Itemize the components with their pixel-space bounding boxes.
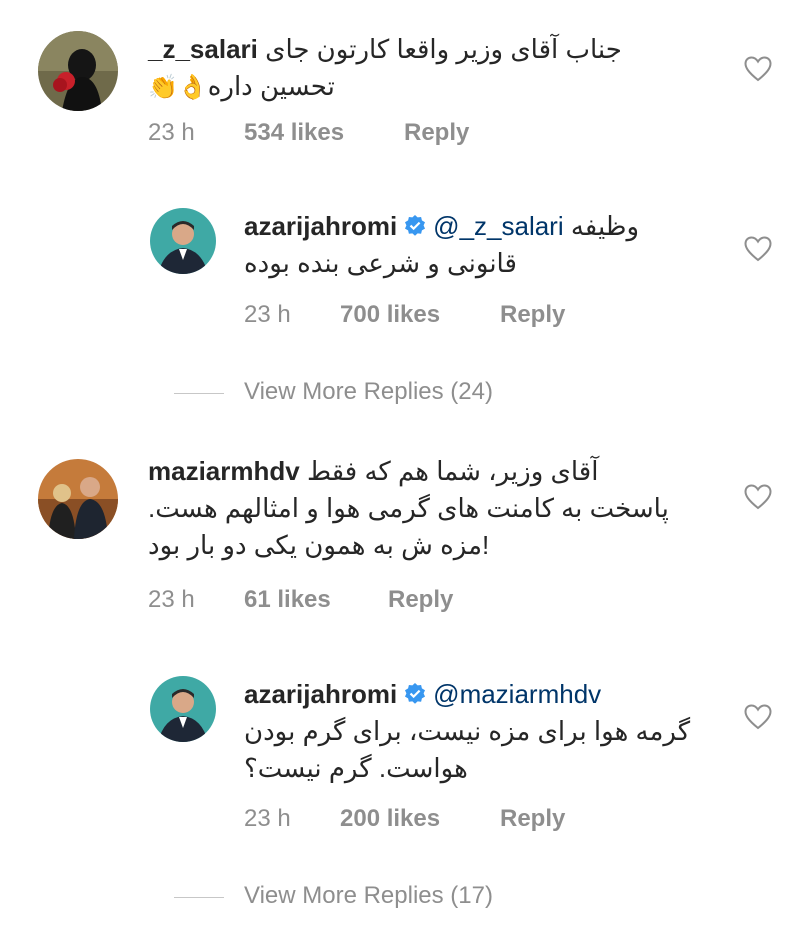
comment-text: آقای وزیر، شما هم که فقط — [306, 456, 599, 486]
verified-badge-icon — [405, 215, 426, 236]
comment-line-1: azarijahromi @_z_salari وظیفه — [244, 208, 714, 245]
comment-time: 23 h — [244, 301, 291, 328]
view-more-label: View More Replies (17) — [244, 882, 493, 909]
comment-line-2: 👏👌تحسین داره — [148, 68, 708, 106]
username[interactable]: _z_salari — [148, 34, 258, 64]
likes-count[interactable]: 534 likes — [244, 119, 344, 147]
comment-line-1: azarijahromi @maziarmhdv — [244, 676, 714, 713]
reply-button[interactable]: Reply — [500, 301, 565, 329]
reply-button[interactable]: Reply — [388, 586, 453, 614]
likes-count[interactable]: 700 likes — [340, 301, 440, 329]
heart-icon[interactable] — [744, 56, 772, 82]
comment-line-3: !مزه ش به همون یکی دو بار بود — [148, 527, 708, 564]
comment-line-2: قانونی و شرعی بنده بوده — [244, 245, 714, 282]
comment-body: maziarmhdv آقای وزیر، شما هم که فقط پاسخ… — [148, 453, 708, 564]
comment-text: وظیفه — [570, 211, 640, 241]
mention-link[interactable]: @_z_salari — [433, 211, 563, 241]
comment-line-1: جناب آقای وزیر واقعا کارتون جای _z_salar… — [148, 31, 708, 68]
clap-ok-emoji: 👏👌 — [148, 74, 208, 101]
comment-body: azarijahromi @maziarmhdv گرمه هوا برای مز… — [244, 676, 714, 787]
reply-button[interactable]: Reply — [500, 805, 565, 833]
divider — [174, 897, 224, 898]
comment-text: جناب آقای وزیر واقعا کارتون جای — [265, 34, 622, 64]
comment-text: !مزه ش به همون یکی دو بار بود — [148, 530, 490, 560]
mention-link[interactable]: @maziarmhdv — [433, 679, 601, 709]
comment-text: هواست. گرم نیست؟ — [244, 753, 468, 783]
verified-badge-icon — [405, 683, 426, 704]
username[interactable]: maziarmhdv — [148, 456, 300, 486]
comment-body: جناب آقای وزیر واقعا کارتون جای _z_salar… — [148, 31, 708, 106]
comment-line-3: هواست. گرم نیست؟ — [244, 750, 714, 787]
heart-icon[interactable] — [744, 704, 772, 730]
comment-time: 23 h — [244, 805, 291, 832]
comment-line-1: maziarmhdv آقای وزیر، شما هم که فقط — [148, 453, 708, 490]
view-more-label: View More Replies (24) — [244, 378, 493, 405]
comment-time: 23 h — [148, 586, 195, 613]
reply-button[interactable]: Reply — [404, 119, 469, 147]
comment-line-2: پاسخت به کامنت های گرمی هوا و امثالهم هس… — [148, 490, 708, 527]
username[interactable]: azarijahromi — [244, 679, 397, 709]
username[interactable]: azarijahromi — [244, 211, 397, 241]
comment-line-2: گرمه هوا برای مزه نیست، برای گرم بودن — [244, 713, 714, 750]
likes-count[interactable]: 61 likes — [244, 586, 331, 614]
comment-text: تحسین داره — [207, 71, 335, 101]
comment-text: پاسخت به کامنت های گرمی هوا و امثالهم هس… — [148, 493, 669, 523]
avatar[interactable] — [150, 676, 216, 742]
heart-icon[interactable] — [744, 484, 772, 510]
comment-body: azarijahromi @_z_salari وظیفه قانونی و شر… — [244, 208, 714, 282]
avatar[interactable] — [150, 208, 216, 274]
likes-count[interactable]: 200 likes — [340, 805, 440, 833]
avatar[interactable] — [38, 459, 118, 539]
comment-time: 23 h — [148, 119, 195, 146]
comments-thread: جناب آقای وزیر واقعا کارتون جای _z_salar… — [0, 0, 800, 936]
comment-text: گرمه هوا برای مزه نیست، برای گرم بودن — [244, 716, 691, 746]
comment-text: قانونی و شرعی بنده بوده — [244, 248, 517, 278]
divider — [174, 393, 224, 394]
avatar[interactable] — [38, 31, 118, 111]
heart-icon[interactable] — [744, 236, 772, 262]
